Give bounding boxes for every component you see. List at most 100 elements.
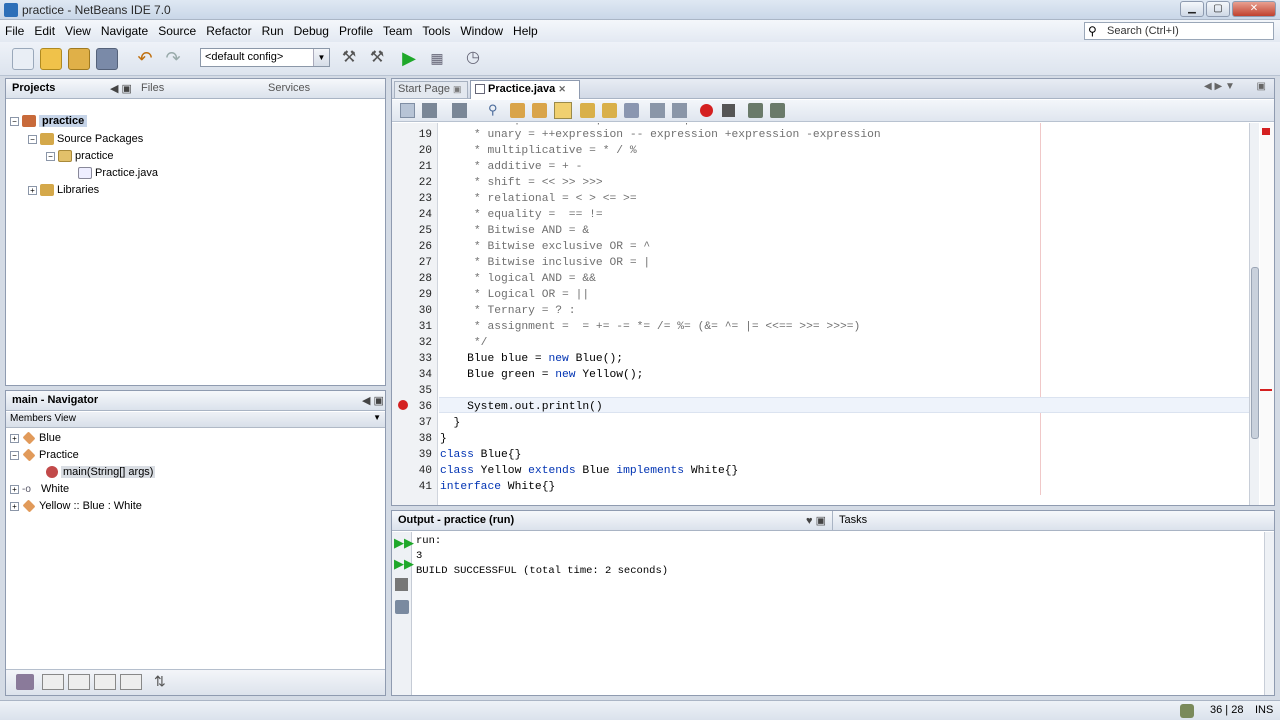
collapse-icon[interactable]: −: [46, 151, 55, 161]
redo-icon[interactable]: ↷: [162, 48, 184, 70]
filter-inherited-icon[interactable]: [120, 674, 142, 690]
code-line[interactable]: */: [440, 337, 488, 349]
tree-item-project[interactable]: − practice: [10, 115, 88, 128]
back-icon[interactable]: [422, 103, 437, 118]
expand-icon[interactable]: +: [10, 501, 19, 511]
build-hammer-icon[interactable]: ⚒: [338, 48, 360, 70]
nav-item-yellow[interactable]: + Yellow :: Blue : White: [10, 499, 142, 513]
close-icon[interactable]: ✕: [558, 84, 566, 94]
collapse-icon[interactable]: −: [10, 450, 19, 460]
code-line[interactable]: System.out.println(): [440, 401, 603, 413]
start-macro-icon[interactable]: [700, 104, 713, 117]
members-view-select[interactable]: Members View ▼: [6, 412, 385, 428]
settings-icon[interactable]: [395, 600, 409, 614]
tree-item-source-packages[interactable]: − Source Packages: [28, 133, 143, 146]
menu-window[interactable]: Window: [455, 20, 508, 42]
code-line[interactable]: Blue blue = new Blue();: [440, 353, 623, 365]
menu-navigate[interactable]: Navigate: [96, 20, 153, 42]
prev-bookmark-icon[interactable]: [580, 103, 595, 118]
menu-edit[interactable]: Edit: [29, 20, 60, 42]
profile-icon[interactable]: ◷: [462, 48, 484, 70]
search-input[interactable]: ⚲ Search (Ctrl+I): [1084, 22, 1274, 40]
code-line[interactable]: }: [440, 433, 447, 445]
comment-icon[interactable]: [748, 103, 763, 118]
next-bookmark-icon[interactable]: [602, 103, 617, 118]
code-line[interactable]: class Yellow extends Blue implements Whi…: [440, 465, 738, 477]
debug-icon[interactable]: ▦: [426, 48, 448, 70]
undo-icon[interactable]: ↶: [134, 48, 156, 70]
nav-item-practice[interactable]: − Practice: [10, 448, 79, 462]
menu-view[interactable]: View: [60, 20, 96, 42]
code-line[interactable]: * equality = == !=: [440, 209, 603, 221]
filter-icon[interactable]: [16, 674, 34, 690]
output-console[interactable]: run: 3 BUILD SUCCESSFUL (total time: 2 sec…: [416, 535, 1256, 685]
tree-item-libraries[interactable]: + Libraries: [28, 184, 99, 197]
collapse-icon[interactable]: −: [28, 134, 37, 144]
find-next-icon[interactable]: [532, 103, 547, 118]
expand-icon[interactable]: +: [10, 433, 19, 443]
editor-scrollbar[interactable]: [1249, 123, 1259, 505]
collapse-icon[interactable]: −: [10, 116, 19, 126]
maximize-icon[interactable]: ▣: [1257, 81, 1266, 92]
code-line[interactable]: Blue green = new Yellow();: [440, 369, 643, 381]
code-line[interactable]: * assignment = = += -= *= /= %= (&= ^= |…: [440, 321, 860, 333]
new-project-icon[interactable]: [40, 48, 62, 70]
shift-left-icon[interactable]: [650, 103, 665, 118]
code-line[interactable]: }: [440, 417, 461, 429]
menu-source[interactable]: Source: [153, 20, 201, 42]
stop-icon[interactable]: [395, 578, 408, 591]
tree-item-java-file[interactable]: Practice.java: [78, 167, 158, 180]
save-all-icon[interactable]: [96, 48, 118, 70]
menu-tools[interactable]: Tools: [417, 20, 455, 42]
code-line[interactable]: * relational = < > <= >=: [440, 193, 637, 205]
code-line[interactable]: * logical AND = &&: [440, 273, 596, 285]
menu-run[interactable]: Run: [257, 20, 289, 42]
tab-files[interactable]: Files: [141, 82, 164, 94]
output-scrollbar[interactable]: [1264, 532, 1274, 695]
nav-item-main-method[interactable]: main(String[] args): [46, 466, 156, 479]
toggle-highlight-icon[interactable]: [554, 102, 572, 119]
tab-tasks[interactable]: Tasks: [832, 511, 1276, 530]
filter-fields-icon[interactable]: [42, 674, 64, 690]
maximize-button[interactable]: ▢: [1206, 1, 1230, 17]
nav-item-white[interactable]: + -o White: [10, 483, 69, 495]
filter-nonpublic-icon[interactable]: [94, 674, 116, 690]
rerun-with-params-icon[interactable]: ▶▶: [394, 556, 414, 572]
code-line[interactable]: * Bitwise exclusive OR = ^: [440, 241, 650, 253]
new-file-icon[interactable]: [12, 48, 34, 70]
find-previous-icon[interactable]: [510, 103, 525, 118]
code-line[interactable]: * Bitwise inclusive OR = |: [440, 257, 650, 269]
shift-right-icon[interactable]: [672, 103, 687, 118]
code-line[interactable]: class Blue{}: [440, 449, 521, 461]
run-icon[interactable]: ▶: [398, 48, 420, 70]
code-line[interactable]: * Ternary = ? :: [440, 305, 576, 317]
source-view-icon[interactable]: [400, 103, 415, 118]
code-line[interactable]: * additive = + -: [440, 161, 582, 173]
nav-item-blue[interactable]: + Blue: [10, 431, 61, 445]
code-line[interactable]: * shift = << >> >>>: [440, 177, 603, 189]
editor-nav-arrows-icon[interactable]: ◀ ▶ ▼: [1204, 81, 1244, 95]
expand-icon[interactable]: +: [28, 185, 37, 195]
code-line[interactable]: * Bitwise AND = &: [440, 225, 589, 237]
clean-build-icon[interactable]: ⚒: [366, 48, 388, 70]
error-stripe-mark[interactable]: [1260, 389, 1272, 391]
tab-practice-java[interactable]: Practice.java ✕: [470, 80, 580, 99]
expand-icon[interactable]: +: [10, 484, 19, 494]
minimize-icon[interactable]: ♥ ▣: [806, 514, 826, 527]
open-project-icon[interactable]: [68, 48, 90, 70]
code-line[interactable]: * unary = ++expression -- expression +ex…: [440, 129, 881, 141]
notifications-icon[interactable]: [1180, 704, 1194, 718]
code-line[interactable]: * multiplicative = * / %: [440, 145, 637, 157]
tree-item-package[interactable]: − practice: [46, 150, 114, 163]
minimize-icon[interactable]: ◀ ▣: [110, 82, 132, 95]
stop-macro-icon[interactable]: [722, 104, 735, 117]
menu-debug[interactable]: Debug: [289, 20, 334, 42]
minimize-icon[interactable]: ◀ ▣: [362, 394, 384, 407]
find-icon[interactable]: ⚲: [488, 102, 498, 118]
scrollbar-thumb[interactable]: [1251, 267, 1259, 439]
tab-services[interactable]: Services: [268, 82, 310, 94]
sort-icon[interactable]: ⇅: [154, 673, 166, 690]
menu-file[interactable]: File: [0, 20, 29, 42]
filter-static-icon[interactable]: [68, 674, 90, 690]
code-line[interactable]: interface White{}: [440, 481, 555, 493]
